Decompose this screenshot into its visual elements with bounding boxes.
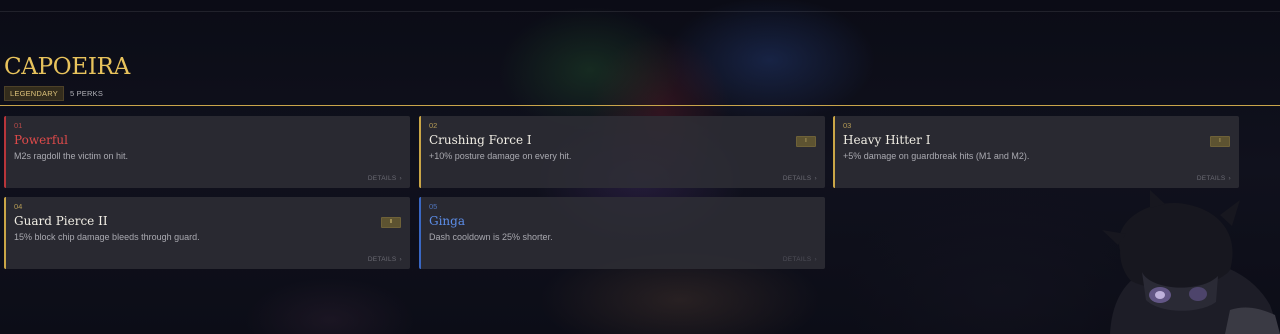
perk-description: M2s ragdoll the victim on hit. [14,151,129,161]
perk-card-heavy-hitter[interactable]: 03 Heavy Hitter I +5% damage on guardbre… [833,116,1239,188]
details-label: DETAILS [782,175,812,182]
chevron-right-icon: › [814,256,817,263]
details-label: DETAILS [1196,175,1226,182]
chevron-right-icon: › [1228,175,1231,182]
perk-number: 01 [14,121,23,130]
perk-number: 05 [429,202,438,211]
perk-name: Powerful [14,133,68,147]
chevron-right-icon: › [399,256,402,263]
perk-description: +5% damage on guardbreak hits (M1 and M2… [843,151,1030,161]
details-label: DETAILS [367,175,397,182]
perk-name: Ginga [429,214,465,228]
perk-name: Guard Pierce II [14,214,108,228]
perk-number: 02 [429,121,438,130]
perk-card-guard-pierce[interactable]: 04 Guard Pierce II 15% block chip damage… [4,197,410,269]
perk-name: Heavy Hitter I [843,133,931,147]
perk-name: Crushing Force I [429,133,532,147]
perk-card-powerful[interactable]: 01 Powerful M2s ragdoll the victim on hi… [4,116,410,188]
tier-badge: I [1210,136,1230,147]
perk-number: 04 [14,202,23,211]
details-link[interactable]: DETAILS › [368,175,402,182]
perk-description: +10% posture damage on every hit. [429,151,572,161]
perk-description: 15% block chip damage bleeds through gua… [14,232,200,242]
perk-card-ginga[interactable]: 05 Ginga Dash cooldown is 25% shorter. D… [419,197,825,269]
perk-card-crushing-force[interactable]: 02 Crushing Force I +10% posture damage … [419,116,825,188]
details-label: DETAILS [782,256,812,263]
perk-grid: 01 Powerful M2s ragdoll the victim on hi… [0,0,1280,334]
chevron-right-icon: › [814,175,817,182]
chevron-right-icon: › [399,175,402,182]
perk-number: 03 [843,121,852,130]
details-link[interactable]: DETAILS › [783,175,817,182]
tier-badge: I [796,136,816,147]
tier-badge: II [381,217,401,228]
details-link[interactable]: DETAILS › [1197,175,1231,182]
details-label: DETAILS [367,256,397,263]
details-link[interactable]: DETAILS › [783,256,817,263]
perk-description: Dash cooldown is 25% shorter. [429,232,553,242]
details-link[interactable]: DETAILS › [368,256,402,263]
